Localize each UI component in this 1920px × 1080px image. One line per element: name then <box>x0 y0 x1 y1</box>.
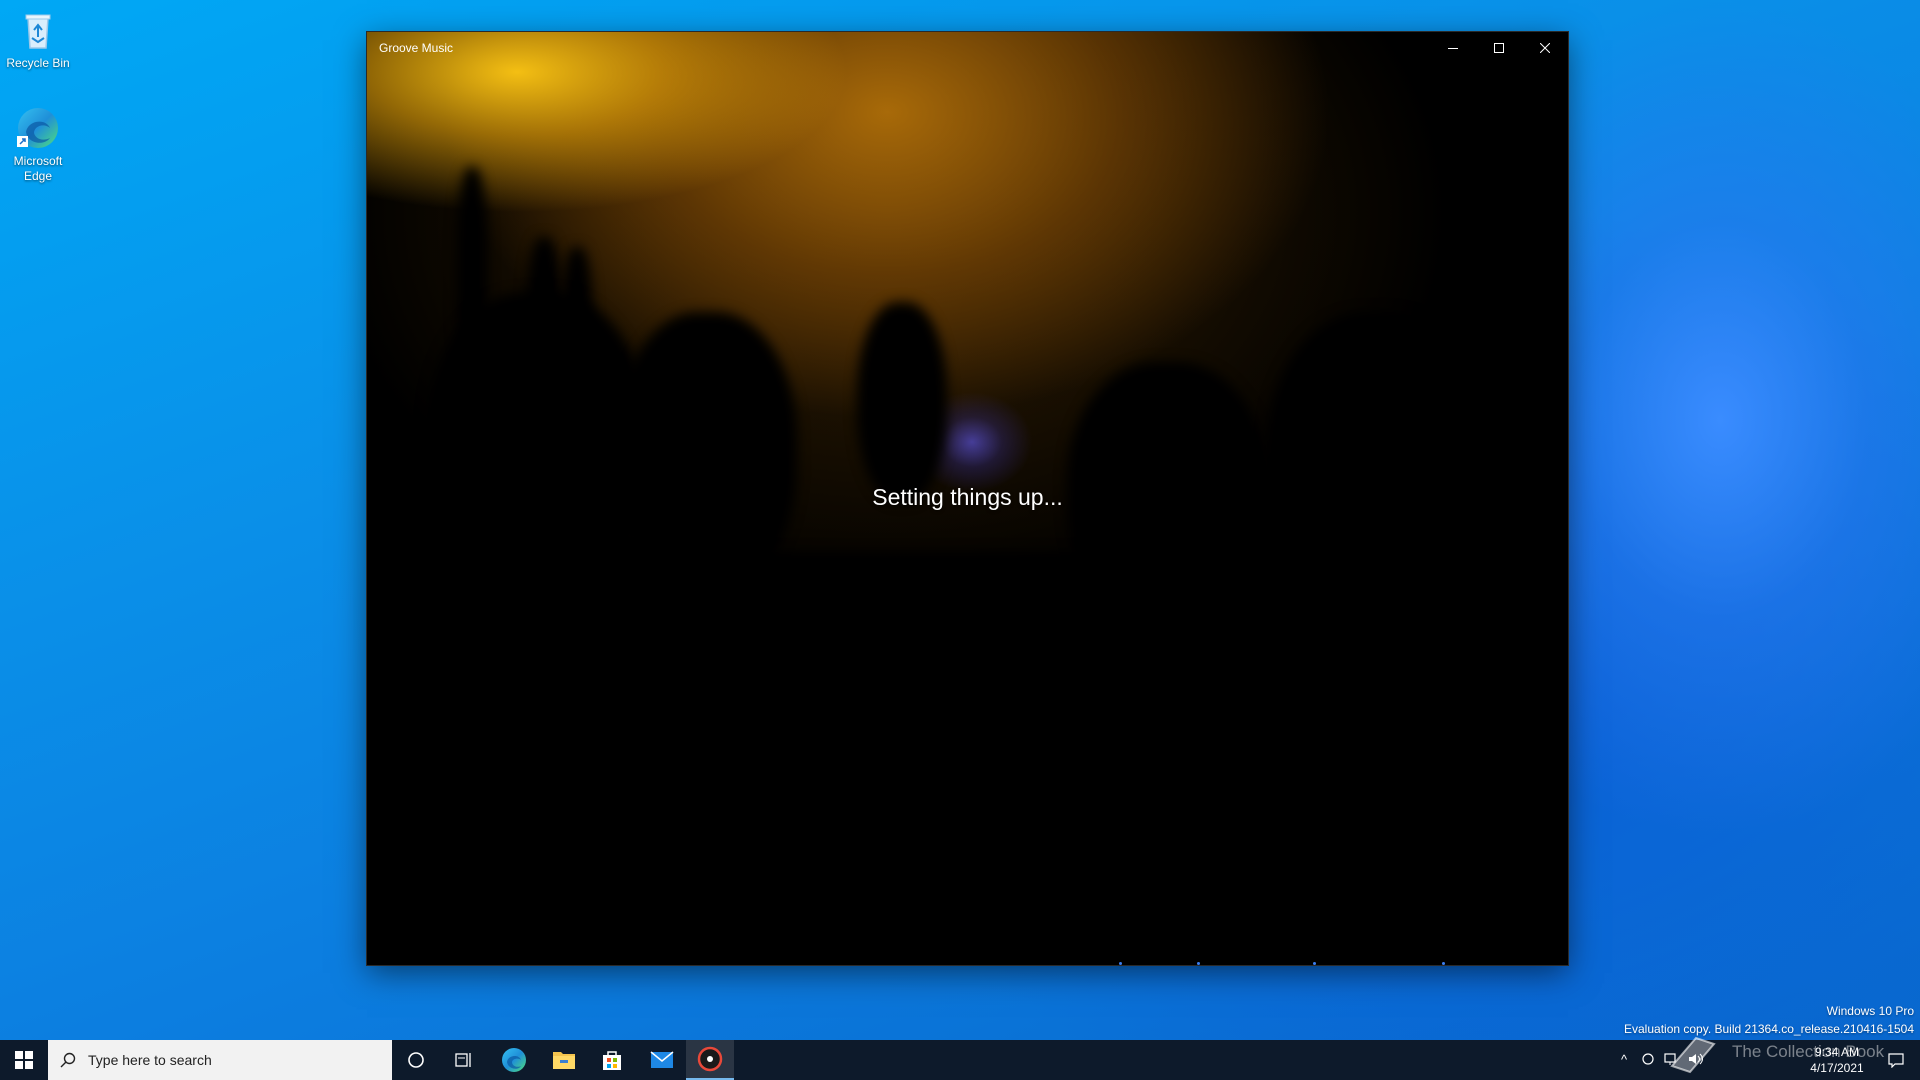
progress-dot <box>1313 962 1316 965</box>
close-icon <box>1540 43 1550 53</box>
crowd-silhouette <box>367 552 1568 965</box>
desktop-icon-edge[interactable]: Microsoft Edge <box>4 106 72 184</box>
groove-music-icon <box>697 1046 723 1072</box>
maximize-icon <box>1494 43 1504 53</box>
edge-icon <box>16 106 60 150</box>
taskbar-edge-button[interactable] <box>490 1040 538 1080</box>
task-view-icon <box>455 1053 471 1067</box>
title-bar[interactable]: Groove Music <box>367 32 1568 64</box>
cortana-circle-icon <box>408 1052 424 1068</box>
progress-dot <box>1119 962 1122 965</box>
file-explorer-button[interactable] <box>540 1040 588 1080</box>
overlay-logo-watermark: The Collection Book <box>1668 1030 1908 1080</box>
taskbar: ^ 9:34 AM 4/17/2021 <box>0 1040 1920 1080</box>
edition-text: Windows 10 Pro <box>1826 1004 1914 1018</box>
overlay-logo-text: The Collection Book <box>1732 1042 1885 1061</box>
desktop-icon-label: Recycle Bin <box>6 56 70 70</box>
groove-music-window[interactable]: Groove Music Setting things up... <box>367 32 1568 965</box>
setup-status-text: Setting things up... <box>872 484 1063 510</box>
minimize-button[interactable] <box>1430 32 1476 64</box>
desktop-icon-label: Microsoft Edge <box>13 154 63 183</box>
crowd-silhouette <box>857 302 947 502</box>
folder-icon <box>553 1052 575 1069</box>
search-input[interactable] <box>86 1051 370 1069</box>
chevron-up-icon[interactable]: ^ <box>1616 1052 1632 1068</box>
recycle-bin-icon <box>16 8 60 52</box>
windows-logo-icon <box>15 1051 33 1069</box>
search-icon <box>60 1052 76 1068</box>
start-button[interactable] <box>0 1040 48 1080</box>
store-icon <box>603 1051 621 1070</box>
progress-dot <box>1442 962 1445 965</box>
mail-icon <box>650 1051 674 1068</box>
window-title: Groove Music <box>379 41 454 55</box>
progress-dot <box>1197 962 1200 965</box>
edge-icon <box>502 1048 526 1072</box>
search-box[interactable] <box>48 1040 392 1080</box>
store-button[interactable] <box>588 1040 636 1080</box>
desktop: Recycle Bin Microsoft Edge Groove Music … <box>0 0 1920 1080</box>
groove-music-taskbar-button[interactable] <box>686 1040 734 1080</box>
cortana-button[interactable] <box>392 1040 440 1080</box>
close-button[interactable] <box>1522 32 1568 64</box>
book-logo-icon <box>1670 1036 1716 1074</box>
mail-button[interactable] <box>638 1040 686 1080</box>
crowd-silhouette <box>617 312 797 592</box>
minimize-icon <box>1448 48 1458 49</box>
maximize-button[interactable] <box>1476 32 1522 64</box>
notification-app-icon[interactable] <box>1640 1052 1656 1068</box>
desktop-icon-recycle-bin[interactable]: Recycle Bin <box>4 8 72 71</box>
task-view-button[interactable] <box>440 1040 488 1080</box>
crowd-silhouette <box>427 292 647 592</box>
